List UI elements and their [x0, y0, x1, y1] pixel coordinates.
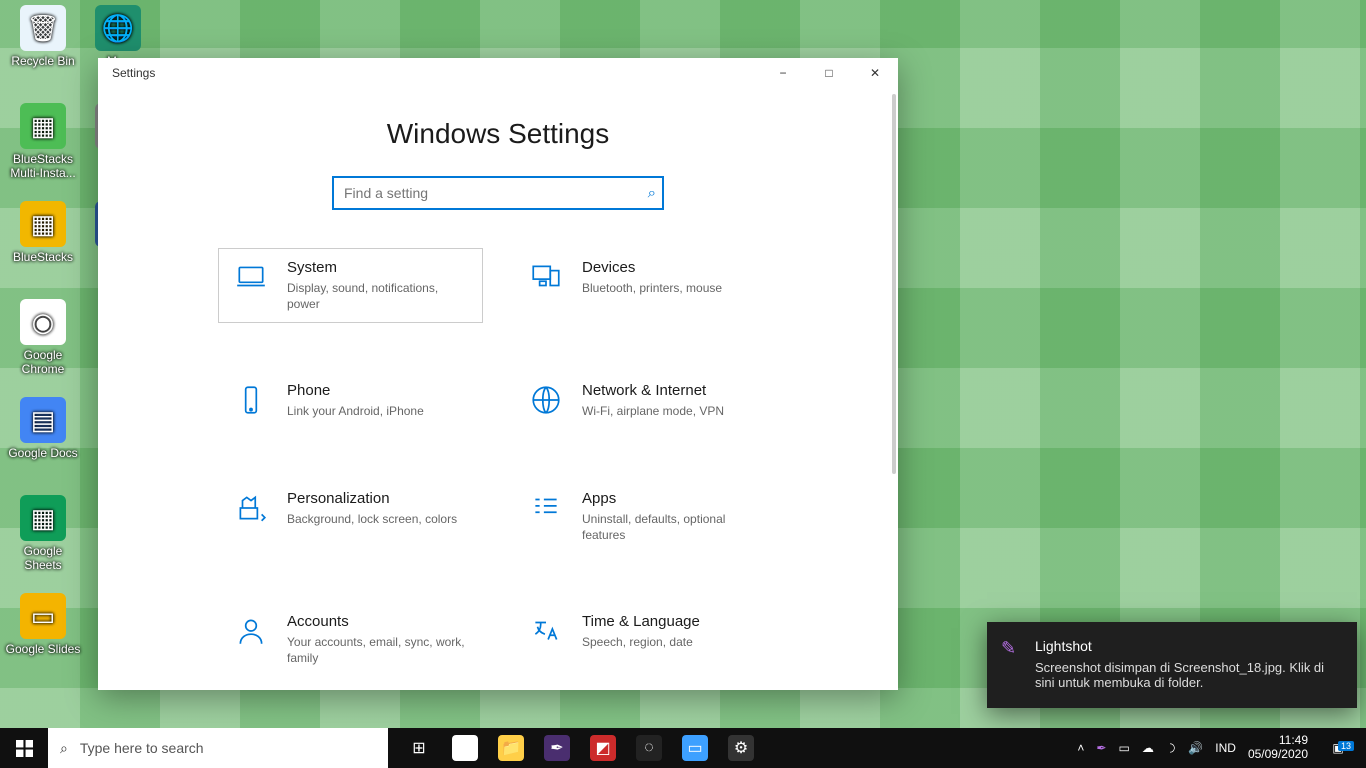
page-title: Windows Settings: [98, 118, 898, 150]
tile-title: System: [287, 259, 467, 276]
desktop-icon-gsheets[interactable]: ▦Google Sheets: [5, 495, 81, 572]
maximize-button[interactable]: □: [806, 58, 852, 88]
toast-app-name: Lightshot: [1035, 638, 1337, 654]
settings-tile-apps[interactable]: Apps Uninstall, defaults, optional featur…: [513, 479, 778, 554]
search-icon: ⌕: [60, 740, 68, 757]
search-icon: ⌕: [648, 185, 656, 202]
action-center-icon[interactable]: ▣ 13: [1320, 741, 1356, 755]
desktop[interactable]: 🗑Recycle Bin🌐M…▦BlueStacks Multi-Insta..…: [0, 0, 1366, 768]
tile-desc: Link your Android, iPhone: [287, 403, 424, 419]
system-tray: ˄ ✒ ▭ ☁ ◠ 🔊 IND 11:49 05/09/2020 ▣ 13: [1067, 728, 1366, 768]
desktop-icon-gslides[interactable]: ▭Google Slides: [5, 593, 81, 656]
tray-language[interactable]: IND: [1215, 741, 1236, 755]
tile-desc: Speech, region, date: [582, 634, 700, 650]
window-title: Settings: [112, 66, 155, 80]
notification-toast[interactable]: ✎ Lightshot Screenshot disimpan di Scree…: [987, 622, 1357, 708]
taskbar-search[interactable]: ⌕ Type here to search: [48, 728, 388, 768]
tile-desc: Your accounts, email, sync, work, family: [287, 634, 467, 666]
toast-body: Screenshot disimpan di Screenshot_18.jpg…: [1035, 660, 1337, 690]
accounts-icon: [233, 613, 269, 649]
tray-chevron-icon[interactable]: ˄: [1077, 741, 1084, 755]
taskbar-app-settings-app[interactable]: ⚙: [718, 728, 764, 768]
lightshot-icon: ✎: [1001, 638, 1016, 659]
taskbar-app-app-circle[interactable]: ◌: [626, 728, 672, 768]
network-icon: [528, 382, 564, 418]
tile-desc: Wi-Fi, airplane mode, VPN: [582, 403, 724, 419]
settings-tile-devices[interactable]: Devices Bluetooth, printers, mouse: [513, 248, 778, 323]
tile-title: Apps: [582, 490, 762, 507]
titlebar[interactable]: Settings − □ ✕: [98, 58, 898, 88]
settings-tile-system[interactable]: System Display, sound, notifications, pow…: [218, 248, 483, 323]
apps-icon: [528, 490, 564, 526]
taskbar-app-lightshot[interactable]: ✒: [534, 728, 580, 768]
tile-desc: Uninstall, defaults, optional features: [582, 511, 762, 543]
settings-tile-time[interactable]: Time & Language Speech, region, date: [513, 602, 778, 677]
settings-window: Settings − □ ✕ Windows Settings ⌕ System…: [98, 58, 898, 690]
taskbar-apps: ⊞◉📁✒◩◌▭⚙: [396, 728, 764, 768]
tile-title: Time & Language: [582, 613, 700, 630]
settings-tile-accounts[interactable]: Accounts Your accounts, email, sync, work…: [218, 602, 483, 677]
phone-icon: [233, 382, 269, 418]
tray-wifi-icon[interactable]: ◠: [1164, 743, 1178, 753]
tile-title: Network & Internet: [582, 382, 724, 399]
notification-badge: 13: [1338, 741, 1354, 751]
tile-title: Personalization: [287, 490, 457, 507]
desktop-icon-chrome[interactable]: ◉Google Chrome: [5, 299, 81, 376]
start-button[interactable]: [0, 728, 48, 768]
settings-tile-network[interactable]: Network & Internet Wi-Fi, airplane mode, …: [513, 371, 778, 430]
taskbar-app-app-blue[interactable]: ▭: [672, 728, 718, 768]
taskbar-app-file-explorer[interactable]: 📁: [488, 728, 534, 768]
personalization-icon: [233, 490, 269, 526]
tile-desc: Display, sound, notifications, power: [287, 280, 467, 312]
devices-icon: [528, 259, 564, 295]
taskbar: ⌕ Type here to search ⊞◉📁✒◩◌▭⚙ ˄ ✒ ▭ ☁ ◠…: [0, 728, 1366, 768]
scrollbar[interactable]: [892, 94, 896, 474]
taskbar-app-chrome[interactable]: ◉: [442, 728, 488, 768]
desktop-icon-gdocs[interactable]: ▤Google Docs: [5, 397, 81, 460]
minimize-button[interactable]: −: [760, 58, 806, 88]
system-icon: [233, 259, 269, 295]
time-icon: [528, 613, 564, 649]
settings-tile-personalization[interactable]: Personalization Background, lock screen, …: [218, 479, 483, 554]
tray-battery-icon[interactable]: ▭: [1118, 741, 1129, 755]
tile-title: Devices: [582, 259, 722, 276]
tile-desc: Bluetooth, printers, mouse: [582, 280, 722, 296]
tray-feather-icon[interactable]: ✒: [1096, 741, 1106, 755]
tile-desc: Background, lock screen, colors: [287, 511, 457, 527]
desktop-icon-bluestacks[interactable]: ▦BlueStacks: [5, 201, 81, 264]
tile-title: Phone: [287, 382, 424, 399]
taskbar-app-app-red[interactable]: ◩: [580, 728, 626, 768]
close-button[interactable]: ✕: [852, 58, 898, 88]
desktop-icon-recycle-bin[interactable]: 🗑Recycle Bin: [5, 5, 81, 68]
tray-cloud-icon[interactable]: ☁: [1142, 741, 1154, 755]
taskbar-search-placeholder: Type here to search: [80, 740, 204, 756]
settings-search-input[interactable]: [332, 176, 664, 210]
tray-clock[interactable]: 11:49 05/09/2020: [1248, 734, 1308, 762]
settings-tile-phone[interactable]: Phone Link your Android, iPhone: [218, 371, 483, 430]
taskbar-app-task-view[interactable]: ⊞: [396, 728, 442, 768]
settings-grid: System Display, sound, notifications, pow…: [218, 248, 778, 677]
tray-volume-icon[interactable]: 🔊: [1188, 741, 1203, 755]
desktop-icon-bluestacks-mi[interactable]: ▦BlueStacks Multi-Insta...: [5, 103, 81, 180]
tile-title: Accounts: [287, 613, 467, 630]
